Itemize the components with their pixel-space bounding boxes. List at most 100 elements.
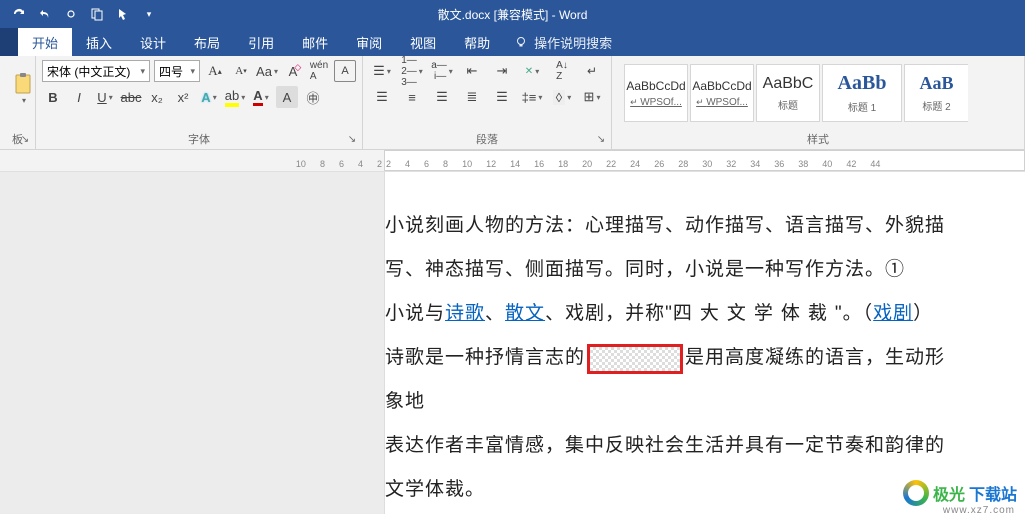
watermark-text-2: 下载站 (969, 481, 1017, 505)
link-drama[interactable]: 戏剧 (873, 303, 913, 324)
decrease-font-icon[interactable]: A▾ (230, 60, 252, 82)
dropdown-icon: ▾ (190, 66, 195, 77)
styles-gallery: AaBbCcDd WPSOf... AaBbCcDd WPSOf... AaBb… (618, 60, 1018, 122)
font-color-icon[interactable]: A▾ (250, 86, 272, 108)
tab-mailings[interactable]: 邮件 (288, 28, 342, 56)
para-3b: 象地 (385, 380, 995, 424)
phonetic-guide-icon[interactable]: wénA (308, 60, 330, 82)
ruler-tick: 10 (296, 159, 306, 169)
ruler-tick: 14 (510, 159, 520, 169)
page-margin (0, 172, 384, 514)
style-preview: AaBbCcDd (692, 79, 751, 93)
numbering-icon[interactable]: 1—2—3—▾ (399, 60, 425, 82)
ruler-tick: 6 (424, 159, 429, 169)
clipboard-launcher-icon[interactable]: ↘ (18, 132, 32, 146)
tab-home[interactable]: 开始 (18, 28, 72, 56)
link-poetry[interactable]: 诗歌 (445, 303, 485, 324)
bold-button[interactable]: B (42, 86, 64, 108)
tab-help[interactable]: 帮助 (450, 28, 504, 56)
qat-icon-1[interactable] (88, 5, 106, 23)
strike-button[interactable]: abc (120, 86, 142, 108)
italic-button[interactable]: I (68, 86, 90, 108)
page[interactable]: 小说刻画人物的方法：心理描写、动作描写、语言描写、外貌描 写、神态描写、侧面描写… (384, 172, 1025, 514)
ruler-left: 10 8 6 4 2 (0, 150, 384, 171)
clear-format-icon[interactable]: A◇ (282, 60, 304, 82)
paragraph-launcher-icon[interactable]: ↘ (594, 132, 608, 146)
text: "。（ (835, 303, 873, 324)
ruler-tick: 30 (702, 159, 712, 169)
ribbon: ▾ 板 ↘ 宋体 (中文正文)▾ 四号▾ A▴ A▾ Aa▾ A◇ wénA A… (0, 56, 1025, 150)
font-name-select[interactable]: 宋体 (中文正文)▾ (42, 60, 150, 82)
underline-button[interactable]: U▾ (94, 86, 116, 108)
autosave-icon[interactable] (10, 5, 28, 23)
style-name: WPSOf... (696, 97, 748, 108)
char-border-icon[interactable]: A (334, 60, 356, 82)
superscript-button[interactable]: x² (172, 86, 194, 108)
sort-icon[interactable]: A↓Z (549, 60, 575, 82)
ruler-tick: 4 (405, 159, 410, 169)
tab-view[interactable]: 视图 (396, 28, 450, 56)
para-4: 表达作者丰富情感，集中反映社会生活并具有一定节奏和韵律的 (385, 424, 995, 468)
show-marks-icon[interactable]: ↵ (579, 60, 605, 82)
ruler-tick: 32 (726, 159, 736, 169)
align-distribute-icon[interactable]: ☰ (489, 86, 515, 108)
undo-icon[interactable] (36, 5, 54, 23)
subscript-button[interactable]: x₂ (146, 86, 168, 108)
style-preview: AaB (919, 73, 953, 94)
shading-icon[interactable]: ◊▾ (549, 86, 575, 108)
ruler-tick: 12 (486, 159, 496, 169)
borders-icon[interactable]: ⊞▾ (579, 86, 605, 108)
qat-more-icon[interactable]: ▾ (140, 5, 158, 23)
multilevel-list-icon[interactable]: a— i—▾ (429, 60, 455, 82)
tab-references[interactable]: 引用 (234, 28, 288, 56)
style-item-heading2[interactable]: AaB 标题 2 (904, 64, 968, 122)
text: 小说与 (385, 303, 445, 324)
char-shading-icon[interactable]: A (276, 86, 298, 108)
asian-layout-icon[interactable]: ✕▾ (519, 60, 545, 82)
redo-icon[interactable] (62, 5, 80, 23)
link-prose[interactable]: 散文 (505, 303, 545, 324)
tab-layout[interactable]: 布局 (180, 28, 234, 56)
ruler-tick: 6 (339, 159, 344, 169)
tab-review[interactable]: 审阅 (342, 28, 396, 56)
ruler[interactable]: 10 8 6 4 2 2 4 6 8 10 12 14 16 18 20 22 … (0, 150, 1025, 172)
bullets-icon[interactable]: ☰▾ (369, 60, 395, 82)
increase-font-icon[interactable]: A▴ (204, 60, 226, 82)
align-center-icon[interactable]: ≡ (399, 86, 425, 108)
font-size-select[interactable]: 四号▾ (154, 60, 200, 82)
ruler-tick: 18 (558, 159, 568, 169)
line-spacing-icon[interactable]: ‡≡▾ (519, 86, 545, 108)
style-item-wpsof-1[interactable]: AaBbCcDd WPSOf... (624, 64, 688, 122)
decrease-indent-icon[interactable]: ⇤ (459, 60, 485, 82)
ruler-tick: 24 (630, 159, 640, 169)
text: ） (913, 303, 933, 324)
tab-insert[interactable]: 插入 (72, 28, 126, 56)
qat-icon-2[interactable] (114, 5, 132, 23)
align-right-icon[interactable]: ☰ (429, 86, 455, 108)
ruler-tick: 26 (654, 159, 664, 169)
font-launcher-icon[interactable]: ↘ (345, 132, 359, 146)
style-item-heading1[interactable]: AaBb 标题 1 (822, 64, 902, 122)
document-area: 小说刻画人物的方法：心理描写、动作描写、语言描写、外貌描 写、神态描写、侧面描写… (0, 172, 1025, 514)
ribbon-tabs: 开始 插入 设计 布局 引用 邮件 审阅 视图 帮助 操作说明搜索 (0, 28, 1025, 56)
style-name: 标题 1 (848, 99, 876, 114)
align-justify-icon[interactable]: ≣ (459, 86, 485, 108)
highlight-icon[interactable]: ab▾ (224, 86, 246, 108)
increase-indent-icon[interactable]: ⇥ (489, 60, 515, 82)
para-2: 小说与诗歌、散文、戏剧，并称"四大文学体裁"。（戏剧） (385, 292, 995, 336)
ruler-tick: 8 (320, 159, 325, 169)
watermark: 极光下载站 www.xz7.com (903, 480, 1017, 506)
tell-me-search[interactable]: 操作说明搜索 (504, 28, 612, 56)
group-styles: AaBbCcDd WPSOf... AaBbCcDd WPSOf... AaBb… (612, 56, 1025, 149)
tab-file[interactable] (0, 28, 18, 56)
enclose-char-icon[interactable]: ㊥ (302, 86, 324, 108)
ruler-tick: 20 (582, 159, 592, 169)
style-item-title[interactable]: AaBbC 标题 (756, 64, 820, 122)
align-left-icon[interactable]: ☰ (369, 86, 395, 108)
styles-group-label: 样式 (618, 131, 1018, 149)
change-case-icon[interactable]: Aa▾ (256, 60, 278, 82)
style-item-wpsof-2[interactable]: AaBbCcDd WPSOf... (690, 64, 754, 122)
group-font: 宋体 (中文正文)▾ 四号▾ A▴ A▾ Aa▾ A◇ wénA A B I U… (36, 56, 363, 149)
tab-design[interactable]: 设计 (126, 28, 180, 56)
text-effects-icon[interactable]: A▾ (198, 86, 220, 108)
